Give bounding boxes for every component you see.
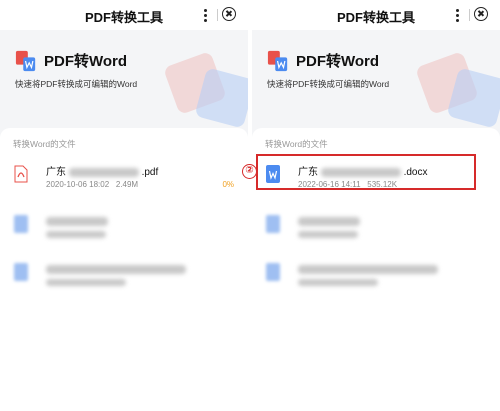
pdf-to-word-logo-icon — [267, 50, 288, 72]
file-list-item[interactable] — [10, 208, 238, 252]
redacted-filename — [68, 167, 139, 177]
title-bar-separator — [469, 9, 470, 21]
word-file-icon — [14, 263, 28, 281]
background-decoration — [165, 53, 248, 127]
progress-bar — [46, 196, 234, 198]
more-options-button[interactable] — [450, 5, 464, 25]
background-decoration — [417, 53, 500, 127]
close-button[interactable] — [222, 7, 236, 21]
file-name: 广东 .pdf — [46, 167, 159, 178]
file-meta — [46, 230, 106, 239]
title-bar: PDF转换工具 — [0, 0, 248, 30]
file-name — [298, 216, 360, 227]
pdf-file-icon — [14, 165, 28, 183]
hero-banner: PDF转Word 快速将PDF转换成可编辑的Word — [252, 30, 500, 130]
file-list-item[interactable] — [262, 208, 490, 252]
hero-title: PDF转Word — [44, 53, 128, 70]
section-title: 转换Word的文件 — [265, 139, 328, 149]
word-file-icon — [266, 215, 280, 233]
file-list-card: 转换Word的文件 广东 .pdf 2020-10-06 18:02 2.49M… — [0, 128, 248, 411]
title-bar: PDF转换工具 — [252, 0, 500, 30]
file-list-item[interactable] — [262, 256, 490, 300]
word-file-icon — [14, 215, 28, 233]
left-screen: PDF转换工具 PDF转Word 快速将PDF转换成可编辑的Word 转换Wor… — [0, 0, 248, 411]
file-meta — [46, 278, 126, 287]
file-meta: 2020-10-06 18:02 2.49M — [46, 180, 138, 189]
hero-title: PDF转Word — [296, 53, 380, 70]
right-screen: PDF转换工具 PDF转Word 快速将PDF转换成可编辑的Word 转换Wor… — [252, 0, 500, 411]
file-meta — [298, 230, 358, 239]
word-file-icon — [266, 263, 280, 281]
step-number-marker: ② — [242, 164, 257, 179]
pdf-to-word-logo-icon — [15, 50, 36, 72]
file-meta — [298, 278, 378, 287]
conversion-progress: 0% — [222, 180, 234, 189]
file-list-item[interactable]: 广东 .pdf 2020-10-06 18:02 2.49M 0% — [10, 158, 238, 202]
file-name — [46, 264, 186, 275]
file-list-item[interactable] — [10, 256, 238, 300]
hero-subtitle: 快速将PDF转换成可编辑的Word — [15, 79, 138, 89]
file-name — [298, 264, 438, 275]
section-title: 转换Word的文件 — [13, 139, 76, 149]
file-name — [46, 216, 108, 227]
title-bar-separator — [217, 9, 218, 21]
file-date: 2020-10-06 18:02 — [46, 180, 110, 189]
close-button[interactable] — [474, 7, 488, 21]
hero-subtitle: 快速将PDF转换成可编辑的Word — [267, 79, 390, 89]
hero-banner: PDF转Word 快速将PDF转换成可编辑的Word — [0, 30, 248, 130]
file-size: 2.49M — [115, 180, 139, 189]
more-options-button[interactable] — [198, 5, 212, 25]
highlight-box — [256, 154, 476, 190]
